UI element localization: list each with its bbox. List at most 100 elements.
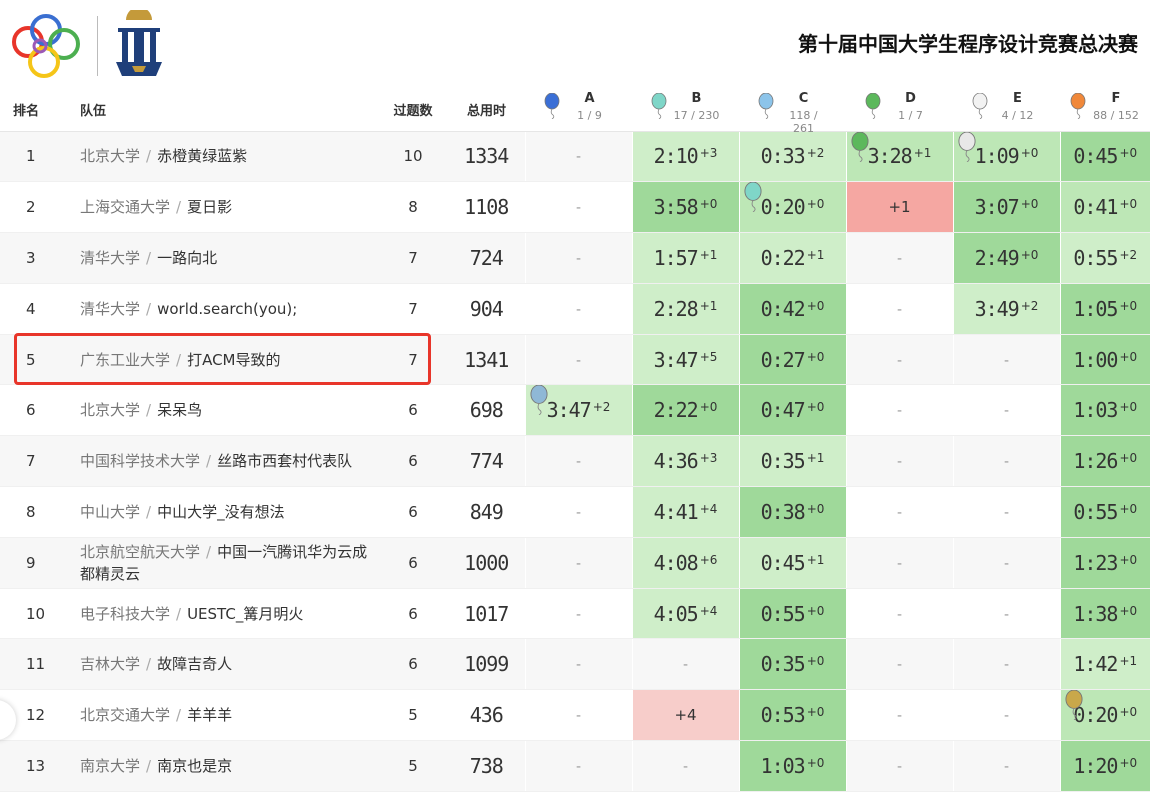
problem-result-cell[interactable]: +4 [631,689,739,742]
problem-result-cell[interactable]: 1:05 +0 [1059,283,1150,335]
team-row[interactable]: 8 中山大学 / 中山大学_没有想法 6 849-4:41 +4 0:38 +0- -0:55 +0 [0,486,1150,538]
team-row[interactable]: 7 中国科学技术大学 / 丝路市西套村代表队 6 774-4:36 +3 0:35 +1- -1:… [0,435,1150,488]
problem-result-cell[interactable]: 0:20 +0 [1059,689,1150,742]
problem-result-cell[interactable]: - [845,283,953,335]
problem-result-cell[interactable]: 3:58 +0 [631,181,739,234]
problem-result-cell[interactable]: 3:47 +5 [631,334,739,386]
problem-result-cell[interactable]: 1:09 +0 [952,131,1060,183]
problem-result-cell[interactable]: 1:42 +1 [1059,638,1150,691]
problem-result-cell[interactable]: - [952,384,1060,437]
problem-result-cell[interactable]: - [845,435,953,488]
team-cell[interactable]: 清华大学 / 一路向北 [62,232,368,284]
problem-result-cell[interactable]: 1:26 +0 [1059,435,1150,488]
column-header-time[interactable]: 总用时 [448,88,525,132]
team-cell[interactable]: 南京大学 / 南京也是京 [62,740,368,792]
problem-result-cell[interactable]: 0:45 +1 [738,537,846,589]
column-header-solved[interactable]: 过题数 [368,88,448,132]
problem-result-cell[interactable]: 1:03 +0 [1059,384,1150,437]
problem-result-cell[interactable]: - [845,384,953,437]
team-cell[interactable]: 北京航空航天大学 / 中国一汽腾讯华为云成都精灵云 [62,537,368,589]
team-row[interactable]: 6 北京大学 / 呆呆鸟 6 698 3:47 +2 2:22 +0 0:47 +0- -1:03 +0 [0,384,1150,437]
problem-result-cell[interactable]: 0:55 +2 [1059,232,1150,284]
problem-result-cell[interactable]: 0:55 +0 [1059,486,1150,538]
team-cell[interactable]: 吉林大学 / 故障吉奇人 [62,638,368,691]
team-cell[interactable]: 上海交通大学 / 夏日影 [62,181,368,234]
problem-result-cell[interactable]: 0:45 +0 [1059,131,1150,183]
problem-result-cell[interactable]: - [524,588,632,640]
problem-header-e[interactable]: E 4 / 12 [953,88,1060,132]
problem-result-cell[interactable]: - [952,537,1060,589]
problem-result-cell[interactable]: - [524,638,632,691]
team-row[interactable]: 12 北京交通大学 / 羊羊羊 5 436- +4 0:53 +0- -0:20 +0 [0,689,1150,742]
team-row[interactable]: 2 上海交通大学 / 夏日影 8 1108-3:58 +0 0:20 +0 +1 3:07 +0 0:4… [0,181,1150,234]
problem-result-cell[interactable]: 3:07 +0 [952,181,1060,234]
problem-result-cell[interactable]: 4:05 +4 [631,588,739,640]
problem-result-cell[interactable]: 0:35 +0 [738,638,846,691]
problem-result-cell[interactable]: - [845,588,953,640]
column-header-rank[interactable]: 排名 [0,88,62,132]
problem-result-cell[interactable]: - [845,232,953,284]
problem-header-b[interactable]: B 17 / 230 [632,88,739,132]
problem-header-d[interactable]: D 1 / 7 [846,88,953,132]
problem-result-cell[interactable]: 0:38 +0 [738,486,846,538]
problem-result-cell[interactable]: 3:47 +2 [524,384,632,437]
problem-result-cell[interactable]: - [524,334,632,386]
problem-result-cell[interactable]: 0:27 +0 [738,334,846,386]
problem-result-cell[interactable]: - [631,740,739,792]
problem-result-cell[interactable]: - [845,486,953,538]
problem-result-cell[interactable]: 0:22 +1 [738,232,846,284]
problem-result-cell[interactable]: - [952,740,1060,792]
team-row[interactable]: 11 吉林大学 / 故障吉奇人 6 1099 - - 0:35 +0 - - 1:42 +1 [0,638,1150,691]
problem-result-cell[interactable]: - [845,740,953,792]
problem-header-a[interactable]: A 1 / 9 [525,88,632,132]
problem-result-cell[interactable]: 0:33 +2 [738,131,846,183]
team-row[interactable]: 13 南京大学 / 南京也是京 5 738- -1:03 +0- -1:20 +0 [0,740,1150,792]
problem-result-cell[interactable]: - [524,537,632,589]
team-row[interactable]: 4 清华大学 / world.search(you); 7 904-2:28 +1 0:42 +… [0,283,1150,335]
team-cell[interactable]: 广东工业大学 / 打ACM导致的 [62,334,368,386]
problem-result-cell[interactable]: 0:35 +1 [738,435,846,488]
team-row[interactable]: 9 北京航空航天大学 / 中国一汽腾讯华为云成都精灵云 6 1000-4:08 +6 0:45… [0,537,1150,589]
problem-result-cell[interactable]: - [524,131,632,183]
problem-result-cell[interactable]: - [952,689,1060,742]
problem-result-cell[interactable]: 0:47 +0 [738,384,846,437]
team-cell[interactable]: 北京交通大学 / 羊羊羊 [62,689,368,742]
problem-result-cell[interactable]: - [845,334,953,386]
problem-result-cell[interactable]: 2:49 +0 [952,232,1060,284]
problem-result-cell[interactable]: - [524,486,632,538]
team-row[interactable]: 1 北京大学 / 赤橙黄绿蓝紫 10 1334-2:10 +3 0:33 +2 3:28 +1 1:0… [0,131,1150,183]
problem-result-cell[interactable]: +1 [845,181,953,234]
problem-result-cell[interactable]: - [952,638,1060,691]
problem-result-cell[interactable]: 4:08 +6 [631,537,739,589]
problem-result-cell[interactable]: 1:03 +0 [738,740,846,792]
team-cell[interactable]: 清华大学 / world.search(you); [62,283,368,335]
problem-header-f[interactable]: F 88 / 152 [1060,88,1150,132]
problem-result-cell[interactable]: - [952,334,1060,386]
problem-result-cell[interactable]: 1:38 +0 [1059,588,1150,640]
problem-result-cell[interactable]: 0:42 +0 [738,283,846,335]
problem-result-cell[interactable]: 0:20 +0 [738,181,846,234]
problem-result-cell[interactable]: 0:53 +0 [738,689,846,742]
problem-result-cell[interactable]: - [952,486,1060,538]
team-cell[interactable]: 中国科学技术大学 / 丝路市西套村代表队 [62,435,368,488]
problem-result-cell[interactable]: 2:22 +0 [631,384,739,437]
team-row[interactable]: 3 清华大学 / 一路向北 7 724-1:57 +1 0:22 +1-2:49 +0 0:55 +2 [0,232,1150,284]
column-header-team[interactable]: 队伍 [62,88,368,132]
problem-result-cell[interactable]: 2:10 +3 [631,131,739,183]
problem-result-cell[interactable]: 3:49 +2 [952,283,1060,335]
problem-result-cell[interactable]: - [524,232,632,284]
problem-result-cell[interactable]: 0:41 +0 [1059,181,1150,234]
problem-result-cell[interactable]: 3:28 +1 [845,131,953,183]
problem-result-cell[interactable]: - [524,283,632,335]
problem-result-cell[interactable]: - [845,537,953,589]
problem-result-cell[interactable]: - [524,689,632,742]
team-row[interactable]: 10 电子科技大学 / UESTC_篝月明火 6 1017-4:05 +4 0:55 +0- -1… [0,588,1150,640]
team-cell[interactable]: 北京大学 / 呆呆鸟 [62,384,368,437]
problem-result-cell[interactable]: 0:55 +0 [738,588,846,640]
problem-result-cell[interactable]: 1:57 +1 [631,232,739,284]
problem-result-cell[interactable]: - [952,435,1060,488]
problem-result-cell[interactable]: 1:20 +0 [1059,740,1150,792]
team-row[interactable]: 5 广东工业大学 / 打ACM导致的 7 1341-3:47 +5 0:27 +0- -1:00 +… [0,334,1150,386]
problem-result-cell[interactable]: - [524,181,632,234]
problem-result-cell[interactable]: - [952,588,1060,640]
